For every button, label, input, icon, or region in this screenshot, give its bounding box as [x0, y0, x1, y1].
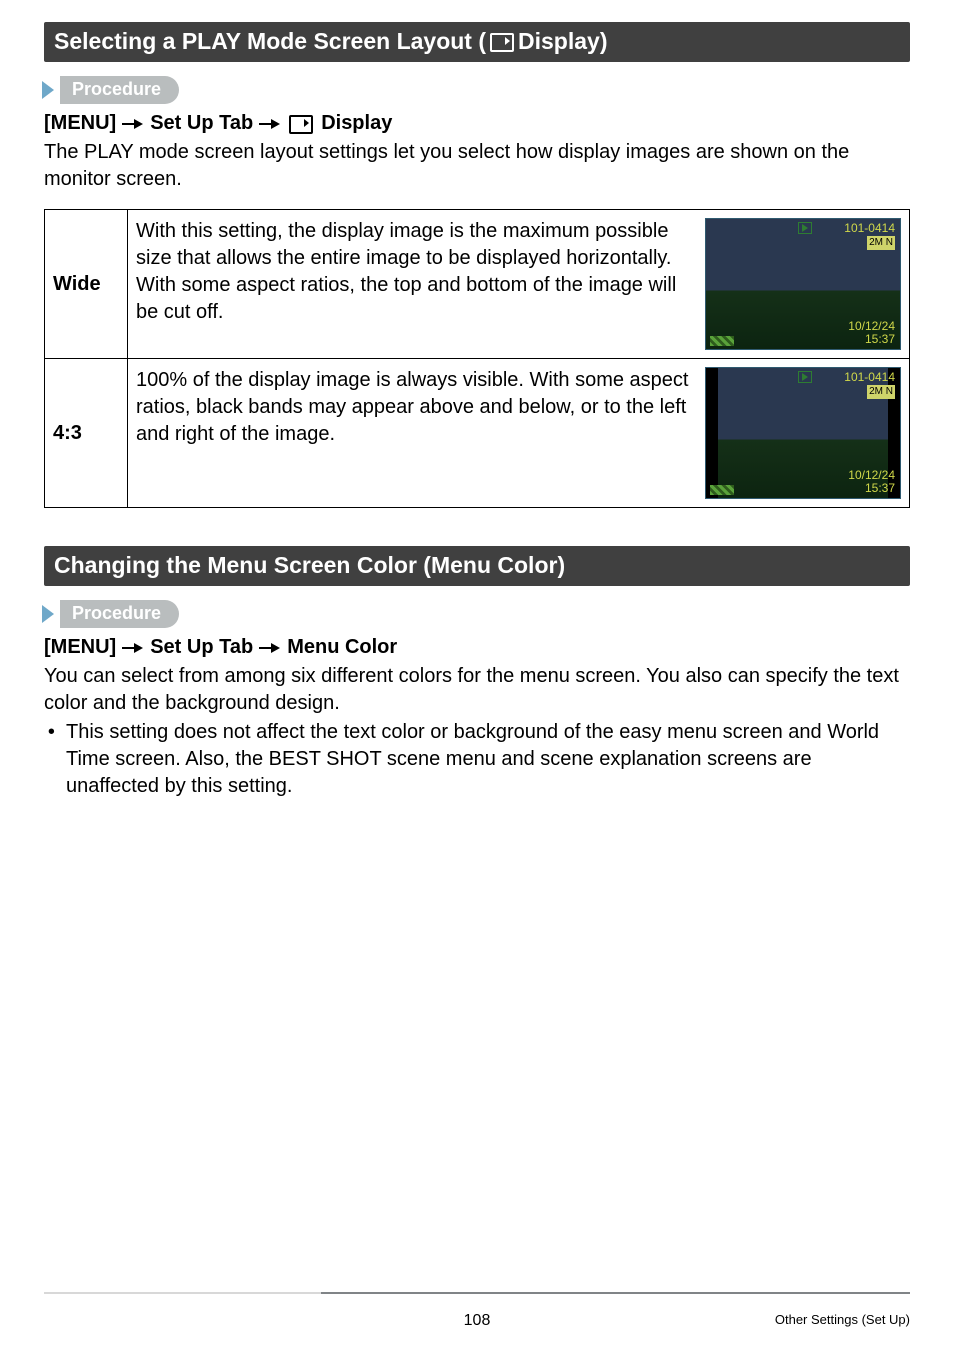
arrow-icon — [122, 643, 144, 653]
wide-thumbnail: 101-0414 2M N 10/12/2415:37 — [705, 218, 901, 350]
arrow-icon — [259, 643, 281, 653]
battery-icon — [710, 485, 734, 495]
layout-table: Wide With this setting, the display imag… — [44, 209, 910, 508]
section-title-pre: Selecting a PLAY Mode Screen Layout ( — [54, 28, 486, 55]
path-item: Menu Color — [287, 636, 397, 659]
footer-section-label: Other Settings (Set Up) — [775, 1312, 910, 1327]
row-key-wide: Wide — [45, 210, 128, 359]
thumb-badge: 2M N — [867, 236, 895, 250]
row-desc: 100% of the display image is always visi… — [136, 367, 695, 499]
row-key-43: 4:3 — [45, 359, 128, 508]
row-desc: With this setting, the display image is … — [136, 218, 695, 350]
table-row: Wide With this setting, the display imag… — [45, 210, 910, 359]
procedure-row: Procedure — [42, 600, 910, 628]
row-cell: With this setting, the display image is … — [128, 210, 910, 359]
path-tab: Set Up Tab — [150, 636, 253, 659]
procedure-pill: Procedure — [60, 600, 179, 628]
section1-intro: The PLAY mode screen layout settings let… — [44, 139, 910, 193]
thumb-id: 101-0414 — [844, 222, 895, 235]
thumb-datetime: 10/12/2415:37 — [848, 320, 895, 346]
thumb-badge: 2M N — [867, 385, 895, 399]
notes-list: This setting does not affect the text co… — [44, 719, 910, 800]
page-root: Selecting a PLAY Mode Screen Layout ( Di… — [0, 0, 954, 1357]
path-menu: [MENU] — [44, 636, 116, 659]
menu-path-1: [MENU] Set Up Tab Display — [44, 112, 910, 135]
note-item: This setting does not affect the text co… — [66, 719, 910, 800]
menu-path-2: [MENU] Set Up Tab Menu Color — [44, 636, 910, 659]
table-row: 4:3 100% of the display image is always … — [45, 359, 910, 508]
four-three-thumbnail: 101-0414 2M N 10/12/2415:37 — [705, 367, 901, 499]
procedure-arrow-icon — [42, 81, 54, 99]
arrow-icon — [259, 119, 281, 129]
procedure-row: Procedure — [42, 76, 910, 104]
path-item: Display — [321, 112, 392, 135]
section-title-play-layout: Selecting a PLAY Mode Screen Layout ( Di… — [44, 22, 910, 62]
footer-divider — [44, 1292, 910, 1294]
path-menu: [MENU] — [44, 112, 116, 135]
arrow-icon — [122, 119, 144, 129]
section-title-post: Display) — [518, 28, 607, 55]
play-mode-icon — [798, 371, 812, 383]
section2-intro: You can select from among six different … — [44, 663, 910, 717]
play-display-icon — [289, 115, 313, 134]
battery-icon — [710, 336, 734, 346]
play-mode-icon — [798, 222, 812, 234]
procedure-pill: Procedure — [60, 76, 179, 104]
page-number: 108 — [464, 1312, 491, 1330]
thumb-id: 101-0414 — [844, 371, 895, 384]
thumb-datetime: 10/12/2415:37 — [848, 469, 895, 495]
procedure-arrow-icon — [42, 605, 54, 623]
section-title-menu-color: Changing the Menu Screen Color (Menu Col… — [44, 546, 910, 586]
row-cell: 100% of the display image is always visi… — [128, 359, 910, 508]
play-display-icon — [490, 33, 514, 52]
page-footer: 108 Other Settings (Set Up) — [44, 1294, 910, 1357]
path-tab: Set Up Tab — [150, 112, 253, 135]
